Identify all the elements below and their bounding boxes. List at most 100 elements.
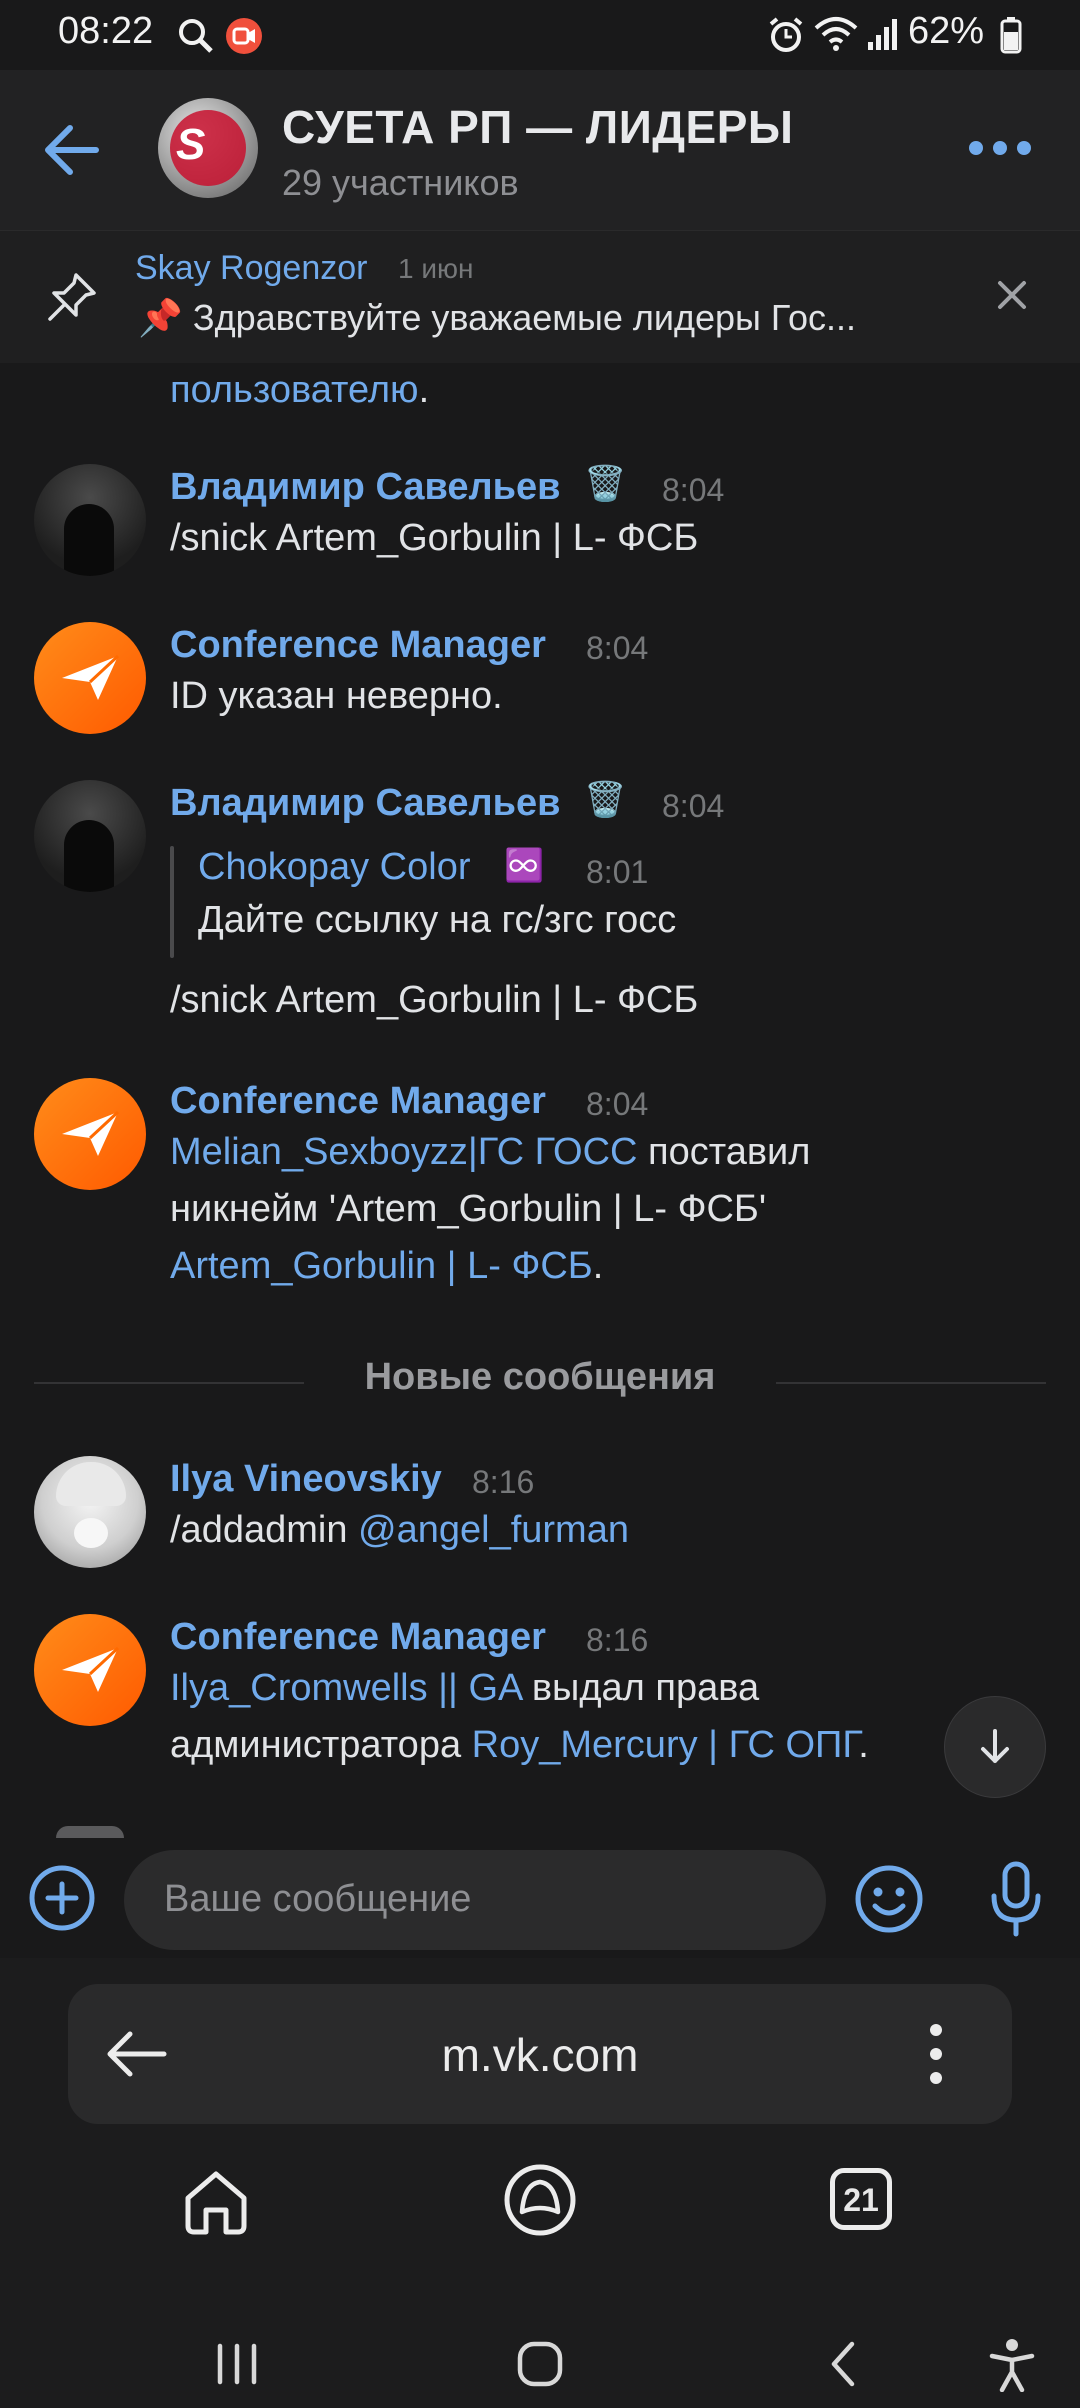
paper-plane-icon [62, 654, 120, 700]
bot-avatar[interactable] [34, 1614, 146, 1726]
avatar-hand [74, 1518, 108, 1548]
sender-name[interactable]: Conference Manager [170, 624, 546, 667]
accessibility-icon[interactable] [988, 2338, 1036, 2392]
battery-icon [1000, 17, 1022, 54]
chat-subtitle[interactable]: 29 участников [282, 162, 519, 204]
divider-label: Новые сообщения [364, 1356, 716, 1398]
user-avatar[interactable] [34, 464, 146, 576]
nav-back-icon[interactable] [826, 2340, 858, 2388]
message-input[interactable]: Ваше сообщение [124, 1850, 826, 1950]
scroll-down-button[interactable] [944, 1696, 1046, 1798]
sender-badge: 🗑️ [584, 781, 627, 819]
user-avatar[interactable] [34, 1456, 146, 1568]
mention-link[interactable]: Artem_Gorbulin | L- ФСБ [170, 1245, 593, 1287]
alarm-icon [769, 17, 803, 52]
avatar-silhouette [64, 820, 114, 892]
pinned-text: 📌 Здравствуйте уважаемые лидеры Гос... [138, 297, 857, 338]
divider-line-right [776, 1382, 1046, 1384]
message-composer: Ваше сообщение [0, 1838, 1080, 1958]
partial-message-text: пользователю. [170, 362, 429, 419]
browser-bar: m.vk.com 21 [0, 1958, 1080, 2408]
partial-tail: . [418, 369, 430, 411]
tabs-count: 21 [843, 2182, 879, 2218]
address-url[interactable]: m.vk.com [68, 2028, 1012, 2082]
avatar-logo-letter: S [176, 120, 206, 169]
message-text: ID указан неверно. [170, 675, 503, 717]
message-item: Ilya Vineovskiy 8:16 /addadmin @angel_fu… [0, 1448, 1080, 1578]
chat-avatar[interactable]: S [158, 98, 258, 198]
chat-header: S СУЕТА РП — ЛИДЕРЫ 29 участников [0, 70, 1080, 230]
text-segment: администратора [170, 1724, 472, 1766]
text-segment: /addadmin [170, 1509, 359, 1551]
alice-icon[interactable] [502, 2162, 578, 2238]
paper-plane-icon [62, 1646, 120, 1692]
partial-link[interactable]: пользователю [170, 369, 419, 411]
message-text-line: никнейм 'Artem_Gorbulin | L- ФСБ' [170, 1188, 767, 1230]
sender-name[interactable]: Conference Manager [170, 1616, 546, 1659]
mic-icon[interactable] [988, 1860, 1044, 1940]
message-time: 8:16 [472, 1464, 535, 1500]
sender-name[interactable]: Владимир Савельев [170, 782, 560, 825]
message-time: 8:04 [662, 788, 725, 824]
reply-text: Дайте ссылку на гс/згс госс [198, 899, 677, 941]
message-item: Владимир Савельев 🗑️ 8:04 Chokopay Color… [0, 772, 1080, 1032]
message-time: 8:04 [586, 630, 649, 666]
pinned-date: 1 июн [398, 253, 474, 284]
next-avatar-peek [56, 1826, 124, 1838]
battery-percent: 62% [908, 10, 985, 52]
message-text-line: Melian_Sexboyzz|ГС ГОСС поставил [170, 1124, 810, 1181]
add-icon[interactable] [28, 1864, 96, 1932]
mention-link[interactable]: Ilya_Cromwells || GA [170, 1667, 521, 1709]
address-bar[interactable]: m.vk.com [68, 1984, 1012, 2124]
status-bar: 08:22 62% [0, 0, 1080, 70]
nav-home-icon[interactable] [516, 2340, 564, 2388]
text-segment: поставил [637, 1131, 811, 1173]
home-icon[interactable] [180, 2166, 252, 2238]
sender-name[interactable]: Ilya Vineovskiy [170, 1458, 442, 1501]
bot-avatar[interactable] [34, 1078, 146, 1190]
avatar-hair [56, 1462, 126, 1506]
tabs-icon[interactable]: 21 [830, 2168, 892, 2230]
message-item: Conference Manager 8:04 Melian_Sexboyzz|… [0, 1070, 1080, 1310]
avatar-silhouette [64, 504, 114, 576]
reply-author: Chokopay Color [198, 846, 471, 888]
sender-name[interactable]: Владимир Савельев [170, 466, 560, 509]
screen-recorder-icon [226, 18, 262, 54]
message-time: 8:04 [662, 472, 725, 508]
more-icon[interactable] [968, 138, 1032, 158]
message-text-line: Ilya_Cromwells || GA выдал права [170, 1660, 759, 1717]
reply-author-badge: ♾️ [504, 847, 544, 883]
text-segment: выдал права [521, 1667, 760, 1709]
paper-plane-icon [62, 1110, 120, 1156]
message-text-line: Artem_Gorbulin | L- ФСБ. [170, 1238, 603, 1295]
mention-link[interactable]: @angel_furman [358, 1509, 629, 1551]
emoji-icon[interactable] [854, 1864, 924, 1934]
signal-icon [868, 19, 897, 50]
mention-link[interactable]: Melian_Sexboyzz|ГС ГОСС [170, 1131, 637, 1173]
text-segment: . [858, 1724, 869, 1766]
sender-badge: 🗑️ [584, 465, 627, 503]
chat-title[interactable]: СУЕТА РП — ЛИДЕРЫ [282, 100, 793, 154]
status-time: 08:22 [58, 10, 154, 52]
back-arrow-icon[interactable] [42, 122, 102, 178]
reply-time: 8:01 [586, 854, 649, 890]
mention-link[interactable]: Roy_Mercury | ГС ОПГ [472, 1724, 859, 1766]
message-item: Conference Manager 8:16 Ilya_Cromwells |… [0, 1606, 1080, 1796]
message-text: /addadmin @angel_furman [170, 1502, 629, 1559]
pinned-message[interactable]: Skay Rogenzor 1 июн 📌 Здравствуйте уважа… [0, 230, 1080, 363]
close-icon[interactable] [996, 279, 1028, 311]
sender-name[interactable]: Conference Manager [170, 1080, 546, 1123]
scroll-down-icon [981, 1729, 1009, 1763]
new-messages-divider: Новые сообщения [0, 1346, 1080, 1406]
message-text: /snick Artem_Gorbulin | L- ФСБ [170, 517, 699, 559]
search-icon [179, 19, 213, 53]
user-avatar[interactable] [34, 780, 146, 892]
recents-icon[interactable] [214, 2342, 260, 2386]
message-item: Conference Manager 8:04 ID указан неверн… [0, 614, 1080, 744]
message-text-line: администратора Roy_Mercury | ГС ОПГ. [170, 1717, 869, 1774]
bot-avatar[interactable] [34, 622, 146, 734]
reply-quote[interactable]: Chokopay Color ♾️ 8:01 Дайте ссылку на г… [170, 846, 870, 958]
message-time: 8:04 [586, 1086, 649, 1122]
pin-icon [48, 273, 96, 321]
menu-dots-icon[interactable] [928, 2022, 944, 2086]
